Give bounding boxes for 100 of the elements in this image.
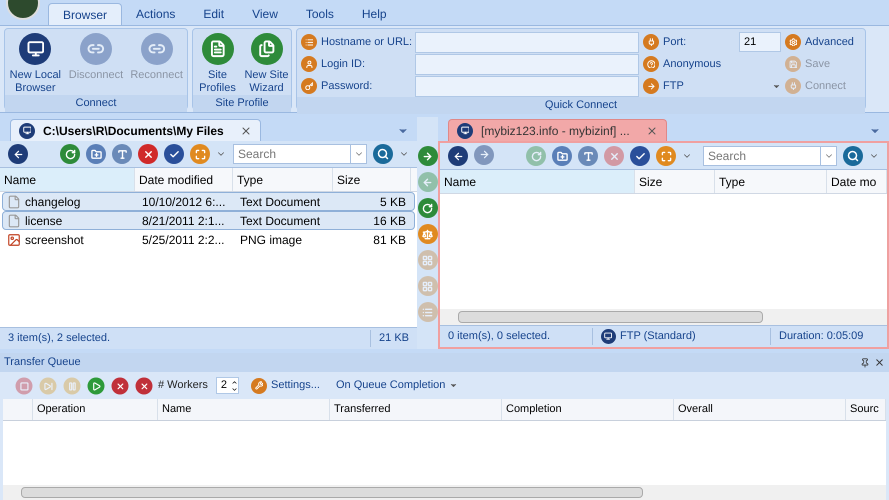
- monitor-icon: [19, 33, 52, 65]
- pane-tab[interactable]: [mybiz123.info - mybizinf] ...: [448, 119, 667, 141]
- column-header[interactable]: Type: [233, 168, 333, 191]
- sync-icon[interactable]: [418, 198, 438, 218]
- column-header[interactable]: Operation: [33, 399, 158, 420]
- file-row[interactable]: screenshot 5/25/2011 2:2... PNG image 81 KB: [2, 230, 415, 249]
- queue-completion-dropdown[interactable]: On Queue Completion: [336, 377, 458, 394]
- view-icon[interactable]: [190, 144, 210, 164]
- workers-spinner[interactable]: 2: [216, 377, 240, 394]
- ribbon-button[interactable]: New Site Wizard: [242, 33, 290, 95]
- pane-tab-title: [mybiz123.info - mybizinf] ...: [481, 122, 630, 140]
- delete-icon[interactable]: [138, 144, 158, 164]
- new-folder-icon[interactable]: [86, 144, 106, 164]
- caret-icon: [449, 381, 458, 390]
- column-header[interactable]: Type: [715, 170, 827, 193]
- column-header[interactable]: Date modified: [135, 168, 233, 191]
- back-icon[interactable]: [448, 146, 468, 166]
- upload-icon[interactable]: [418, 146, 438, 166]
- menu-tab[interactable]: Help: [348, 3, 401, 25]
- ribbon-button[interactable]: Site Profiles: [194, 33, 242, 95]
- column-header[interactable]: Transferred: [330, 399, 502, 420]
- menu-tab[interactable]: Tools: [292, 3, 348, 25]
- action-button[interactable]: Advanced: [785, 31, 854, 53]
- protocol-text: FTP (Standard): [620, 329, 696, 344]
- refresh-icon[interactable]: [60, 144, 80, 164]
- file-name: license: [25, 212, 62, 230]
- status-text: 3 item(s), 2 selected.: [7, 331, 112, 346]
- column-header[interactable]: Completion: [502, 399, 674, 420]
- column-header[interactable]: Size: [635, 170, 715, 193]
- image-file-icon: [7, 232, 21, 246]
- column-header[interactable]: Size: [333, 168, 411, 191]
- search-icon[interactable]: [843, 146, 863, 166]
- text-file-icon: [7, 214, 21, 228]
- text-file-icon: [7, 194, 21, 208]
- column-header[interactable]: Date mo: [827, 170, 887, 193]
- panel-title: Transfer Queue: [4, 355, 82, 370]
- ribbon-button[interactable]: New Local Browser: [5, 33, 66, 95]
- group-title: Site Profile: [193, 95, 291, 112]
- input-field[interactable]: [415, 32, 639, 52]
- input-field[interactable]: [415, 54, 639, 74]
- gear-icon: [785, 34, 801, 50]
- protocol-dropdown[interactable]: FTP: [643, 75, 781, 97]
- input-field[interactable]: [415, 76, 639, 96]
- workers-label: # Workers: [158, 378, 208, 394]
- menu-tab[interactable]: Browser: [48, 3, 122, 25]
- column-header[interactable]: Name: [0, 168, 135, 191]
- horizontal-scrollbar[interactable]: [440, 309, 887, 325]
- clear-icon[interactable]: [136, 377, 152, 394]
- cancel-icon[interactable]: [112, 377, 128, 394]
- file-row[interactable]: changelog 10/10/2012 6:... Text Document 5 KB: [2, 192, 415, 211]
- save-icon: [785, 56, 801, 72]
- duration-text: Duration: 0:05:09: [770, 328, 872, 345]
- search-field[interactable]: Search: [233, 144, 351, 164]
- computer-icon: [601, 329, 616, 344]
- close-icon[interactable]: [646, 124, 658, 136]
- menu-tab[interactable]: Edit: [189, 3, 238, 25]
- key-icon: [301, 78, 317, 94]
- list-icon: [301, 34, 317, 50]
- pane-tab-title: C:\Users\R\Documents\My Files: [43, 122, 224, 140]
- status-text: 0 item(s), 0 selected.: [447, 329, 552, 344]
- check-icon[interactable]: [164, 144, 184, 164]
- file-date: 10/10/2012 6:...: [141, 194, 226, 210]
- file-size: 81 KB: [372, 232, 407, 248]
- anonymous-button[interactable]: Anonymous: [643, 53, 781, 75]
- field-label: Port:: [663, 34, 688, 50]
- search-field[interactable]: Search: [703, 146, 821, 166]
- play-icon[interactable]: [88, 377, 104, 394]
- computer-icon: [457, 122, 473, 138]
- menu-tab[interactable]: View: [238, 3, 292, 25]
- pane-tab[interactable]: C:\Users\R\Documents\My Files: [10, 119, 261, 141]
- file-size: 16 KB: [372, 212, 407, 230]
- new-folder-icon[interactable]: [552, 146, 572, 166]
- user-icon: [301, 56, 317, 72]
- search-icon[interactable]: [373, 144, 393, 164]
- wrench-icon: [251, 378, 268, 394]
- close-icon[interactable]: [874, 357, 885, 368]
- file-row[interactable]: license 8/21/2011 2:1... Text Document 16 KB: [2, 211, 415, 230]
- computer-icon: [19, 122, 35, 138]
- document-icon: [202, 33, 234, 65]
- column-header[interactable]: Overall: [674, 399, 846, 420]
- view-icon[interactable]: [656, 146, 676, 166]
- horizontal-scrollbar[interactable]: [3, 485, 886, 500]
- rename-icon[interactable]: [112, 144, 132, 164]
- port-field[interactable]: 21: [739, 32, 781, 52]
- file-type: Text Document: [239, 212, 322, 230]
- settings-button[interactable]: Settings...: [251, 377, 320, 394]
- menu-tab[interactable]: Actions: [122, 3, 190, 25]
- pin-icon[interactable]: [860, 358, 870, 368]
- file-type: Text Document: [239, 194, 322, 210]
- column-header[interactable]: Name: [440, 170, 635, 193]
- file-type: PNG image: [239, 232, 304, 248]
- close-icon[interactable]: [240, 124, 252, 136]
- check-icon[interactable]: [630, 146, 650, 166]
- rename-icon[interactable]: [578, 146, 598, 166]
- back-icon[interactable]: [8, 144, 28, 164]
- column-header[interactable]: Sourc: [846, 399, 886, 420]
- group-title: Connect: [5, 95, 187, 112]
- file-date: 8/21/2011 2:1...: [141, 212, 226, 230]
- column-header[interactable]: Name: [158, 399, 330, 420]
- compare-icon[interactable]: [418, 224, 438, 244]
